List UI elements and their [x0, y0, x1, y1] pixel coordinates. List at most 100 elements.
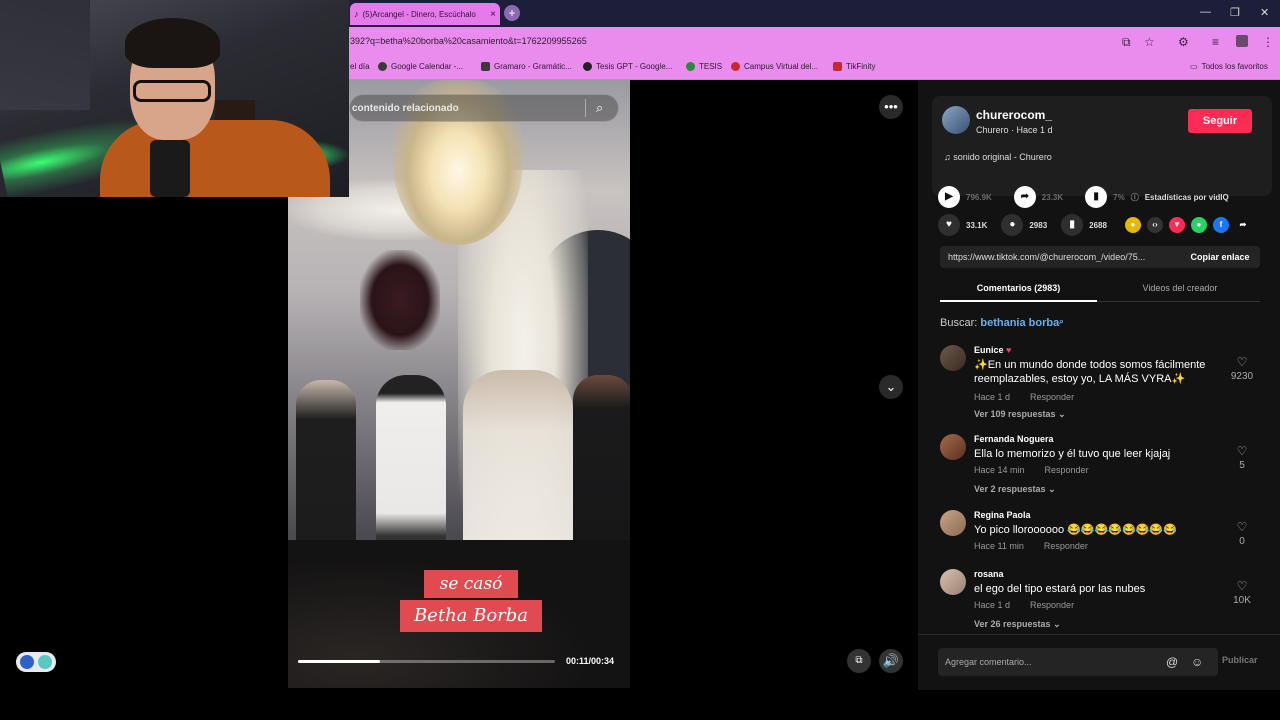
play-icon[interactable]: ▶ [938, 186, 960, 208]
video-progress-bar[interactable] [298, 660, 555, 663]
bookmark-gramaro[interactable]: Gramaro - Gramátic... [481, 62, 572, 71]
more-options-icon[interactable]: ••• [879, 95, 903, 119]
commenter-name[interactable]: rosana [974, 569, 1004, 579]
webcam-overlay [0, 0, 349, 197]
heart-outline-icon: ♡ [1236, 520, 1248, 534]
reply-button[interactable]: Responder [1045, 465, 1089, 475]
creator-meta: Churero · Hace 1 d [976, 125, 1053, 135]
volume-icon[interactable]: 🔊 [879, 649, 903, 673]
restore-icon[interactable]: ❐ [1230, 6, 1240, 19]
video-link[interactable]: https://www.tiktok.com/@churerocom_/vide… [940, 252, 1180, 262]
stats-icon[interactable]: ▮ [1085, 186, 1108, 208]
close-window-icon[interactable]: ✕ [1260, 6, 1269, 19]
caption-line-2: Betha Borba [400, 600, 542, 632]
commenter-avatar[interactable] [940, 345, 966, 371]
view-replies[interactable]: Ver 109 respuestas ⌄ [974, 409, 1066, 420]
search-icon[interactable]: ⌕ [596, 100, 618, 116]
music-note-icon: ♫ [944, 152, 954, 162]
comment-like[interactable]: ♡ 0 [1224, 520, 1260, 547]
sound-link[interactable]: ♫ sonido original - Churero [944, 152, 1052, 162]
floating-player-icon[interactable]: ⧉ [847, 649, 871, 673]
reply-button[interactable]: Responder [1044, 541, 1088, 551]
comment-like[interactable]: ♡ 10K [1224, 579, 1260, 606]
bookmark-campus-virtual[interactable]: Campus Virtual del... [731, 62, 818, 71]
menu-icon[interactable]: ⋮ [1262, 35, 1274, 49]
bookmark-tikfinity[interactable]: TikFinity [833, 62, 875, 71]
chevron-down-icon: ⌄ [1053, 619, 1061, 629]
commenter-name[interactable]: Fernanda Noguera [974, 434, 1054, 444]
comment-icon[interactable]: ● [1001, 214, 1024, 236]
bookmark-item[interactable]: el día [350, 62, 370, 71]
mention-icon[interactable]: @ [1166, 648, 1178, 676]
comment-like[interactable]: ♡ 5 [1224, 444, 1260, 471]
heart-outline-icon: ♡ [1236, 579, 1248, 593]
view-replies[interactable]: Ver 26 respuestas ⌄ [974, 619, 1061, 630]
commenter-name[interactable]: Eunice ♥ [974, 345, 1011, 355]
follow-button[interactable]: Seguir [1188, 109, 1252, 133]
reply-button[interactable]: Responder [1030, 600, 1074, 610]
comment-meta: Hace 11 min Responder [974, 541, 1088, 551]
folder-icon: ▭ [1190, 62, 1198, 71]
send-icon[interactable]: ▼ [1168, 217, 1185, 233]
comment-bar: Agregar comentario... @ ☺ Publicar [918, 634, 1280, 688]
heart-icon[interactable]: ♥ [938, 214, 960, 236]
next-video-chevron-down-icon[interactable]: ⌄ [879, 375, 903, 399]
likes-count: 33.1K [966, 220, 988, 230]
tab-creator-videos[interactable]: Videos del creador [1100, 280, 1260, 302]
tiktok-icon: ♪ [354, 9, 359, 19]
share-arrow-icon[interactable]: ➦ [1013, 186, 1036, 208]
creator-username[interactable]: churerocom_ [976, 108, 1052, 122]
plays-count: 796.9K [966, 192, 992, 202]
new-tab-button[interactable]: + [504, 5, 520, 21]
close-tab-icon[interactable]: × [490, 9, 496, 20]
media-icon[interactable]: ≡ [1212, 35, 1219, 49]
chevron-down-icon: ⌄ [1048, 484, 1056, 494]
more-share-icon[interactable]: ➦ [1235, 217, 1251, 233]
extension-widget[interactable] [16, 652, 56, 672]
view-replies[interactable]: Ver 2 respuestas ⌄ [974, 484, 1056, 495]
comment-text: el ego del tipo estará por las nubes [974, 583, 1146, 595]
search-query[interactable]: bethania borba [980, 317, 1059, 329]
url-field[interactable]: 392?q=betha%20borba%20casamiento&t=17622… [350, 36, 587, 46]
facebook-icon[interactable]: f [1212, 217, 1229, 233]
creator-avatar[interactable] [942, 106, 970, 134]
engagement-row: ♥ 33.1K ● 2983 ▮ 2688 ● ‹› ▼ ● f ➦ [938, 214, 1257, 236]
post-button[interactable]: Publicar [1222, 655, 1258, 665]
caption-line-1: se casó [424, 570, 518, 598]
panel-tabs: Comentarios (2983) Videos del creador [940, 280, 1260, 302]
minimize-icon[interactable]: — [1200, 6, 1211, 18]
profile-avatar[interactable] [1236, 35, 1248, 47]
browser-tab[interactable]: ♪ (5)Arcangel - Dinero, Escúchalo × [350, 3, 500, 25]
bookmark-star-icon[interactable]: ☆ [1144, 35, 1155, 49]
info-icon[interactable]: ⓘ [1131, 192, 1139, 203]
commenter-name[interactable]: Regina Paola [974, 510, 1031, 520]
bookmark-tesis-gpt[interactable]: Tesis GPT - Google... [583, 62, 672, 71]
whatsapp-icon[interactable]: ● [1190, 217, 1207, 233]
coin-icon[interactable]: ● [1124, 217, 1141, 233]
bookmark-google-calendar[interactable]: Google Calendar -... [378, 62, 463, 71]
reply-button[interactable]: Responder [1030, 392, 1074, 402]
comment-text: Yo pico lloroooooo 😂😂😂😂😂😂😂😂 [974, 524, 1177, 536]
progress-fill [298, 660, 381, 663]
bookmark-tesis[interactable]: TESIS [686, 62, 722, 71]
search-suggestion[interactable]: Buscar: bethania borba⌕ [940, 317, 1064, 329]
copy-link-button[interactable]: Copiar enlace [1180, 252, 1260, 262]
commenter-avatar[interactable] [940, 434, 966, 460]
extensions-icon[interactable]: ⚙ [1178, 35, 1189, 49]
commenter-avatar[interactable] [940, 569, 966, 595]
comment-item: Fernanda Noguera Ella lo memorizo y él t… [940, 434, 1260, 500]
related-search-box[interactable]: contenido relacionado ⌕ [349, 94, 619, 122]
emoji-icon[interactable]: ☺ [1191, 648, 1203, 676]
install-app-icon[interactable]: ⧉ [1122, 35, 1131, 50]
comment-like[interactable]: ♡ 9230 [1224, 355, 1260, 382]
all-bookmarks[interactable]: ▭ Todos los favoritos [1190, 62, 1268, 71]
embed-icon[interactable]: ‹› [1146, 217, 1163, 233]
search-icon: ⌕ [1059, 317, 1064, 326]
tab-comments[interactable]: Comentarios (2983) [940, 280, 1097, 302]
bookmark-icon[interactable]: ▮ [1061, 214, 1084, 236]
comment-meta: Hace 1 d Responder [974, 392, 1075, 402]
comment-item: rosana el ego del tipo estará por las nu… [940, 569, 1260, 631]
commenter-avatar[interactable] [940, 510, 966, 536]
comment-input[interactable]: Agregar comentario... @ ☺ [938, 648, 1218, 676]
comment-meta: Hace 14 min Responder [974, 465, 1089, 475]
